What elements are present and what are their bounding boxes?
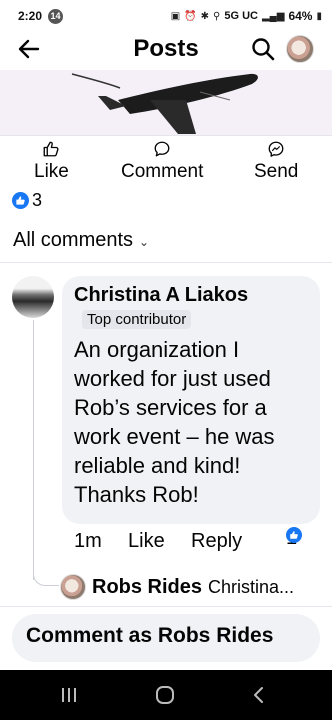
post-image[interactable] bbox=[0, 70, 332, 136]
comment-button[interactable]: Comment bbox=[121, 140, 203, 183]
network-type: 5G UC bbox=[224, 10, 258, 22]
comment-bubble[interactable]: Christina A Liakos Top contributor An or… bbox=[62, 276, 320, 524]
comment-time[interactable]: 1m bbox=[74, 530, 102, 553]
chevron-down-icon: ⌄ bbox=[139, 235, 150, 249]
alarm-icon: ⏰ bbox=[184, 10, 197, 22]
comment-bubble-icon bbox=[154, 141, 170, 157]
reply-avatar bbox=[60, 574, 86, 600]
thread-connector bbox=[33, 570, 59, 586]
status-icons: ▣ ⏰ ✱ ⚲ 5G UC ▂▄▆ 64% ▮ bbox=[171, 9, 322, 23]
comment-author[interactable]: Christina A Liakos bbox=[74, 284, 308, 307]
recents-icon bbox=[62, 688, 76, 702]
thumbs-up-icon bbox=[290, 531, 298, 539]
send-button[interactable]: Send bbox=[254, 140, 298, 183]
comment-text: An organization I worked for just used R… bbox=[74, 337, 275, 507]
reaction-summary[interactable]: 3 bbox=[12, 190, 42, 211]
chevron-left-icon bbox=[254, 687, 263, 703]
divider bbox=[0, 606, 332, 607]
comment-meta: 1m Like Reply 1 bbox=[74, 527, 324, 560]
thumbs-up-icon bbox=[43, 141, 59, 157]
lock-icon: ▣ bbox=[170, 10, 181, 22]
notification-count-badge: 14 bbox=[48, 8, 64, 24]
thread-line bbox=[33, 320, 34, 580]
home-button[interactable] bbox=[152, 683, 178, 707]
thumbs-up-icon bbox=[16, 196, 25, 205]
reply-snippet: Christina... bbox=[208, 576, 295, 597]
send-button-label: Send bbox=[254, 161, 299, 182]
home-icon bbox=[156, 686, 174, 704]
like-reaction-icon bbox=[286, 527, 302, 543]
system-nav-bar bbox=[0, 670, 332, 720]
search-icon bbox=[252, 38, 275, 61]
signal-icon: ▂▄▆ bbox=[261, 10, 285, 22]
status-time: 2:20 bbox=[18, 9, 43, 23]
commenter-avatar[interactable] bbox=[12, 276, 54, 318]
bluetooth-icon: ✱ bbox=[200, 10, 210, 22]
like-button-label: Like bbox=[34, 161, 69, 182]
comment-reply-button[interactable]: Reply bbox=[191, 530, 242, 553]
top-contributor-badge: Top contributor bbox=[82, 310, 192, 329]
comment-like-button[interactable]: Like bbox=[128, 530, 165, 553]
battery-icon: ▮ bbox=[316, 10, 322, 22]
status-bar: 2:20 14 ▣ ⏰ ✱ ⚲ 5G UC ▂▄▆ 64% ▮ bbox=[0, 0, 332, 32]
profile-avatar[interactable] bbox=[286, 35, 314, 63]
messenger-icon bbox=[268, 141, 284, 157]
system-back-button[interactable] bbox=[246, 683, 272, 707]
battery-percent: 64% bbox=[288, 9, 313, 23]
comment-composer[interactable]: Comment as Robs Rides bbox=[12, 614, 320, 662]
page-title: Posts bbox=[133, 35, 199, 62]
comments-filter-dropdown[interactable]: All comments ⌄ bbox=[13, 229, 149, 252]
top-app-bar: Posts bbox=[0, 32, 332, 66]
reply-author: Robs Rides bbox=[92, 575, 203, 598]
reply-preview[interactable]: Robs Rides Christina... bbox=[60, 574, 326, 600]
post-actions: Like Comment Send bbox=[0, 140, 332, 186]
location-icon: ⚲ bbox=[213, 10, 221, 22]
airplane-image bbox=[71, 73, 258, 134]
like-reaction-icon bbox=[12, 192, 29, 209]
like-button[interactable]: Like bbox=[34, 140, 69, 183]
divider bbox=[0, 262, 332, 263]
reaction-count: 3 bbox=[32, 190, 43, 210]
comments-filter-label: All comments bbox=[13, 229, 134, 251]
comment-button-label: Comment bbox=[121, 161, 204, 182]
recents-button[interactable] bbox=[56, 683, 82, 707]
search-button[interactable] bbox=[248, 34, 278, 64]
